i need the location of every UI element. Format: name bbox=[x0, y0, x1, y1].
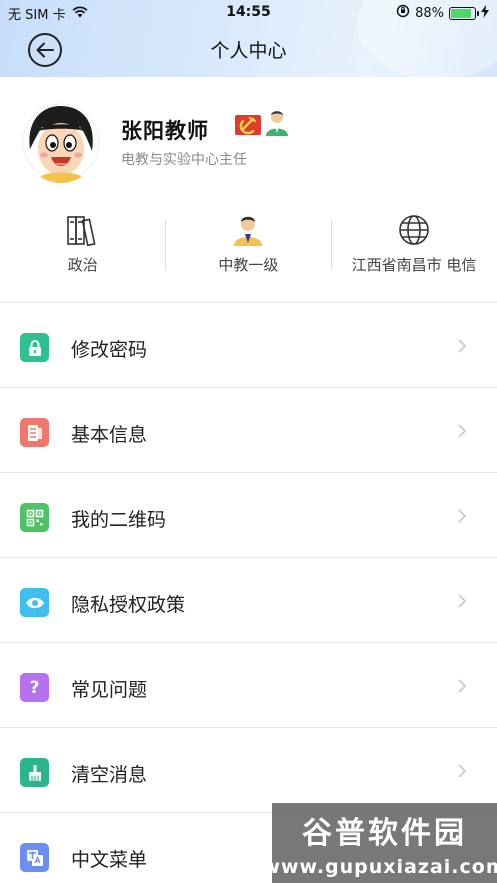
broom-icon bbox=[20, 758, 49, 787]
charging-icon bbox=[481, 4, 489, 22]
translate-icon bbox=[20, 843, 49, 872]
menu-item-clear-messages[interactable]: 清空消息 bbox=[0, 727, 497, 812]
teacher-badge-icon bbox=[264, 109, 290, 141]
stat-location[interactable]: 江西省南昌市 电信 bbox=[331, 212, 497, 282]
settings-menu: 修改密码 基本信息 我的二维码 隐私授权政策 ? 常见问题 清空消息 中文菜单 bbox=[0, 302, 497, 883]
menu-item-qrcode[interactable]: 我的二维码 bbox=[0, 472, 497, 557]
eye-icon bbox=[20, 588, 49, 617]
menu-item-faq[interactable]: ? 常见问题 bbox=[0, 642, 497, 727]
menu-item-label: 清空消息 bbox=[71, 764, 148, 786]
battery-icon bbox=[449, 6, 479, 20]
watermark: 谷普软件园 www.gupuxiazai.com bbox=[262, 803, 497, 883]
chevron-right-icon bbox=[458, 509, 466, 523]
menu-item-change-password[interactable]: 修改密码 bbox=[0, 302, 497, 387]
menu-item-label: 我的二维码 bbox=[71, 509, 167, 531]
chevron-right-icon bbox=[458, 764, 466, 778]
menu-item-basic-info[interactable]: 基本信息 bbox=[0, 387, 497, 472]
divider bbox=[165, 220, 166, 270]
battery-percentage: 88% bbox=[415, 5, 444, 21]
stat-location-label: 江西省南昌市 电信 bbox=[351, 256, 477, 274]
lock-icon bbox=[20, 333, 49, 362]
qrcode-icon bbox=[20, 503, 49, 532]
party-emblem-icon bbox=[234, 109, 262, 141]
status-bar: 无 SIM 卡 14:55 88% bbox=[0, 0, 497, 26]
stat-rank[interactable]: 中教一级 bbox=[166, 212, 332, 282]
menu-item-label: 中文菜单 bbox=[71, 849, 148, 871]
page-title: 个人中心 bbox=[210, 40, 287, 62]
chevron-right-icon bbox=[458, 339, 466, 353]
question-icon: ? bbox=[20, 673, 49, 702]
menu-item-label: 修改密码 bbox=[71, 339, 148, 361]
chevron-right-icon bbox=[458, 679, 466, 693]
menu-item-privacy-policy[interactable]: 隐私授权政策 bbox=[0, 557, 497, 642]
divider bbox=[331, 220, 332, 270]
chevron-right-icon bbox=[458, 424, 466, 438]
menu-item-label: 常见问题 bbox=[71, 679, 148, 701]
stat-subject-label: 政治 bbox=[67, 256, 98, 274]
avatar[interactable] bbox=[22, 101, 100, 183]
document-icon bbox=[20, 418, 49, 447]
badges bbox=[234, 109, 290, 141]
menu-item-label: 基本信息 bbox=[71, 424, 148, 446]
stat-subject[interactable]: 政治 bbox=[0, 212, 166, 282]
books-icon bbox=[66, 212, 100, 248]
user-title: 电教与实验中心主任 bbox=[121, 152, 247, 168]
orientation-lock-icon bbox=[396, 4, 410, 22]
watermark-title: 谷普软件园 bbox=[302, 816, 467, 851]
menu-item-label: 隐私授权政策 bbox=[71, 594, 186, 616]
stat-rank-label: 中教一级 bbox=[218, 256, 279, 274]
chevron-right-icon bbox=[458, 594, 466, 608]
teacher-icon bbox=[231, 212, 265, 248]
watermark-url: www.gupuxiazai.com bbox=[262, 856, 497, 878]
profile-stats: 政治 中教一级 江西省南昌市 电信 bbox=[0, 212, 497, 282]
globe-icon bbox=[398, 212, 430, 248]
profile-card: 张阳教师 电教与实验中心主任 政治 中教一级 江西省南昌市 电信 bbox=[0, 77, 497, 302]
user-name: 张阳教师 bbox=[121, 119, 209, 143]
